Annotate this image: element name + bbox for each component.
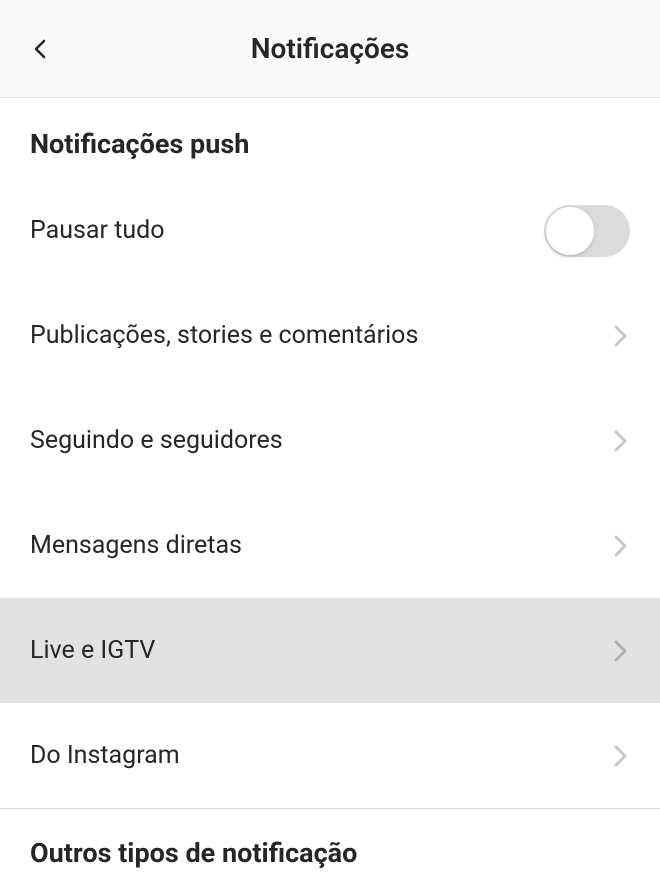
row-following-followers[interactable]: Seguindo e seguidores [0,388,660,493]
section-header-push: Notificações push [0,98,660,178]
row-label: Seguindo e seguidores [30,426,283,455]
row-live-igtv[interactable]: Live e IGTV [0,598,660,703]
row-label: Live e IGTV [30,636,155,665]
row-label: Mensagens diretas [30,531,242,560]
chevron-right-icon [612,323,630,349]
row-direct-messages[interactable]: Mensagens diretas [0,493,660,598]
chevron-right-icon [612,743,630,769]
nav-header: Notificações [0,0,660,98]
toggle-pause-all[interactable] [544,205,630,257]
chevron-right-icon [612,638,630,664]
row-label-pause-all: Pausar tudo [30,216,165,245]
page-title: Notificações [0,32,660,65]
row-posts-stories-comments[interactable]: Publicações, stories e comentários [0,283,660,388]
row-label: Publicações, stories e comentários [30,321,418,350]
chevron-right-icon [612,428,630,454]
row-from-instagram[interactable]: Do Instagram [0,703,660,808]
chevron-left-icon [28,37,52,61]
row-pause-all[interactable]: Pausar tudo [0,178,660,283]
chevron-right-icon [612,533,630,559]
back-button[interactable] [20,29,60,69]
section-header-other: Outros tipos de notificação [0,809,660,887]
toggle-knob [546,207,594,255]
row-label: Do Instagram [30,741,180,770]
